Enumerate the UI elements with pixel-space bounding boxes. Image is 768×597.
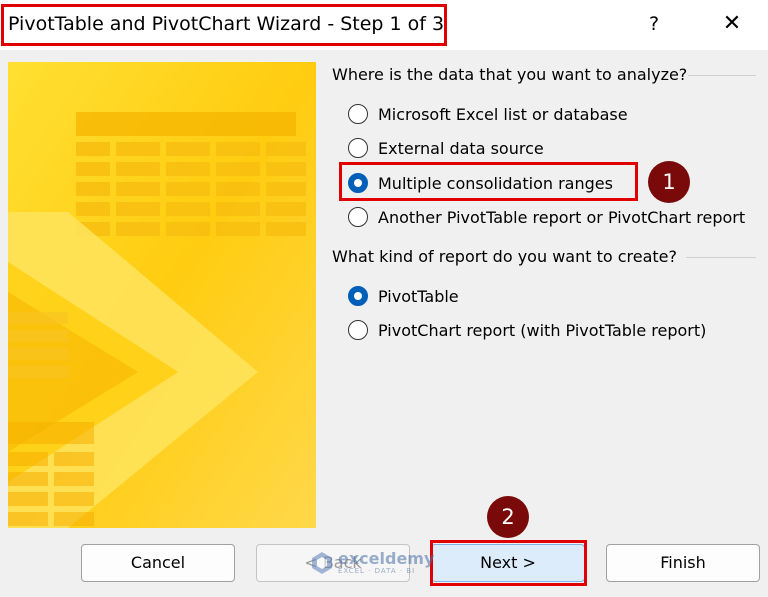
radio-another-pivot[interactable]: Another PivotTable report or PivotChart … <box>348 205 745 229</box>
help-button[interactable]: ? <box>636 4 672 44</box>
step-2-badge: 2 <box>487 496 529 538</box>
radio-label: PivotTable <box>378 286 459 306</box>
title-bar: PivotTable and PivotChart Wizard - Step … <box>0 0 768 50</box>
radio-button-selected[interactable] <box>348 286 368 306</box>
window-title: PivotTable and PivotChart Wizard - Step … <box>8 13 445 35</box>
radio-external-source[interactable]: External data source <box>348 136 544 160</box>
step-1-badge: 1 <box>648 161 690 203</box>
report-section-label: What kind of report do you want to creat… <box>332 247 678 266</box>
radio-pivottable[interactable]: PivotTable <box>348 284 459 308</box>
radio-label: Another PivotTable report or PivotChart … <box>378 207 746 227</box>
section-divider <box>688 75 756 76</box>
section-divider <box>686 257 756 258</box>
radio-pivotchart[interactable]: PivotChart report (with PivotTable repor… <box>348 318 706 342</box>
radio-button[interactable] <box>348 207 368 227</box>
cancel-button[interactable]: Cancel <box>81 544 235 582</box>
radio-button[interactable] <box>348 104 368 124</box>
radio-excel-list[interactable]: Microsoft Excel list or database <box>348 102 628 126</box>
close-button[interactable]: ✕ <box>710 4 754 44</box>
radio-button[interactable] <box>348 138 368 158</box>
next-highlight-box <box>430 540 587 586</box>
finish-button[interactable]: Finish <box>606 544 760 582</box>
source-section-label: Where is the data that you want to analy… <box>332 65 688 84</box>
option-highlight-box <box>339 162 638 201</box>
radio-label: Microsoft Excel list or database <box>378 104 628 124</box>
wizard-illustration <box>8 62 316 528</box>
back-button[interactable]: < Back <box>256 544 410 582</box>
radio-button[interactable] <box>348 320 368 340</box>
radio-label: External data source <box>378 138 544 158</box>
radio-label: PivotChart report (with PivotTable repor… <box>378 320 707 340</box>
